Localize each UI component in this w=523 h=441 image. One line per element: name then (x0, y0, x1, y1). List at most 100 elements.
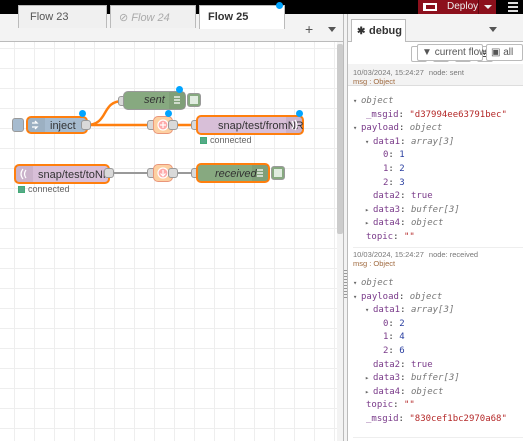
expand-arrow-icon: ▸ (365, 219, 370, 228)
sent-changed-indicator (176, 86, 183, 93)
sidebar-menu-icon[interactable] (489, 27, 497, 32)
debug-tab-label: debug (369, 25, 402, 37)
message-meta: 10/03/2024, 15:24:27 node: received msg : … (353, 250, 478, 268)
object-property-row[interactable]: ▾ data1: array[3] (365, 305, 454, 315)
property-key: data2 (373, 359, 401, 370)
property-value: "d37994ee63791bec" (409, 109, 507, 120)
property-type: array[3] (410, 136, 455, 147)
object-property-row[interactable]: ▾ payload: object (353, 292, 442, 302)
mqtt-in-label: snap/test/toNR (38, 169, 111, 181)
expand-arrow-icon: ▾ (353, 279, 358, 287)
expand-arrow-icon: ▸ (365, 205, 370, 214)
debug-list-icon (252, 165, 268, 181)
property-key: data3 (373, 373, 401, 384)
object-property-row[interactable]: ▸ data3: buffer[3] (365, 205, 460, 215)
deploy-options-button[interactable] (478, 0, 496, 14)
property-type: object (410, 386, 444, 397)
property-value: 3 (399, 177, 405, 188)
property-separator: : (400, 204, 411, 215)
property-separator: : (400, 373, 411, 384)
mqtt-in-output-port[interactable] (104, 168, 114, 178)
expand-arrow-icon: ▾ (353, 97, 358, 105)
property-key: topic (366, 232, 394, 242)
mqtt-out-icon (286, 117, 302, 133)
property-key: _msgid (366, 414, 399, 424)
clear-dropdown[interactable]: ▣ all (486, 44, 523, 61)
message-type: msg : Object (353, 259, 396, 268)
debug-sent-toggle-button[interactable] (187, 93, 201, 107)
property-key: data4 (373, 218, 401, 229)
property-separator: : (388, 164, 400, 174)
object-property-row: data2: true (365, 191, 433, 201)
property-separator: : (398, 109, 410, 120)
debug-received-toggle-button[interactable] (271, 166, 285, 180)
object-property-row: 1: 2 (375, 164, 405, 174)
message-timestamp: 10/03/2024, 15:24:27 (353, 250, 424, 259)
expand-arrow-icon: ▾ (353, 292, 358, 301)
tab-debug[interactable]: ✱ debug (351, 19, 406, 42)
property-key: topic (366, 400, 394, 411)
object-property-row[interactable]: ▾ object (353, 278, 394, 288)
filter-dropdown[interactable]: ▼ current flow (417, 44, 486, 61)
property-value: 6 (399, 346, 405, 356)
object-property-row[interactable]: ▾ object (353, 96, 394, 106)
object-property-row: topic: "" (358, 232, 415, 242)
object-property-row: data2: true (365, 360, 433, 370)
mqtt-out-status: connected (200, 135, 252, 145)
property-key: data1 (373, 305, 401, 316)
object-property-row[interactable]: ▸ data4: object (365, 387, 443, 397)
object-property-row: 1: 4 (375, 332, 405, 342)
inject-output-port[interactable] (81, 120, 91, 130)
inject-changed-indicator (79, 110, 86, 117)
property-type: array[3] (410, 305, 455, 316)
connected-status-icon (18, 186, 25, 193)
debug-sent-node[interactable]: sent (123, 91, 186, 110)
property-value: "" (403, 400, 415, 411)
property-separator: : (400, 386, 411, 397)
main-menu-button[interactable] (506, 1, 520, 13)
mqtt-in-status-text: connected (28, 184, 70, 194)
all-label: all (503, 47, 514, 58)
property-type: object (361, 278, 394, 288)
mqtt-in-node[interactable]: snap/test/toNR (14, 164, 111, 184)
connected-status-icon (200, 137, 207, 144)
property-separator: : (400, 218, 411, 229)
mqtt-out-status-text: connected (210, 135, 252, 145)
property-value: 2 (399, 164, 405, 174)
property-value: 1 (399, 150, 405, 161)
mqtt-in-status: connected (18, 184, 70, 194)
message-timestamp: 10/03/2024, 15:24:27 (353, 68, 424, 77)
debug-message[interactable]: 10/03/2024, 15:24:27 node: sent msg : Obje… (353, 66, 523, 248)
splitter-grip[interactable] (344, 270, 347, 300)
debug-received-node[interactable]: received (196, 163, 270, 183)
message-type: msg : Object (353, 77, 396, 86)
property-type: buffer[3] (410, 204, 460, 215)
function-bottom-output-port[interactable] (168, 168, 178, 178)
inject-icon (28, 118, 45, 132)
object-property-row: 2: 6 (375, 346, 405, 356)
trash-icon: ▣ (491, 47, 501, 58)
property-type: object (361, 96, 394, 106)
object-property-row: topic: "" (358, 400, 415, 410)
expand-arrow-icon: ▾ (365, 137, 370, 146)
expand-arrow-icon: ▸ (365, 387, 370, 396)
debug-message[interactable]: 10/03/2024, 15:24:27 node: received msg : … (353, 248, 523, 438)
deploy-label: Deploy (447, 1, 479, 12)
property-key: data1 (373, 136, 401, 147)
object-property-row[interactable]: ▸ data3: buffer[3] (365, 373, 460, 383)
function-top-output-port[interactable] (168, 120, 178, 130)
expand-arrow-icon: ▾ (365, 306, 370, 315)
object-property-row[interactable]: ▾ data1: array[3] (365, 137, 454, 147)
inject-trigger-button[interactable] (12, 118, 24, 132)
inject-node[interactable]: inject (26, 116, 88, 134)
object-property-row: _msgid: "830cef1bc2970a68" (358, 414, 507, 424)
property-value: "830cef1bc2970a68" (409, 414, 507, 424)
property-separator: : (393, 232, 404, 242)
message-node: node: sent (428, 68, 464, 77)
object-property-row[interactable]: ▾ payload: object (353, 123, 442, 133)
property-separator: : (388, 318, 400, 329)
mqtt-out-node[interactable]: snap/test/fromNR (196, 115, 304, 135)
object-property-row[interactable]: ▸ data4: object (365, 218, 443, 228)
property-key: _msgid (366, 109, 399, 120)
expand-arrow-icon: ▾ (353, 124, 358, 133)
